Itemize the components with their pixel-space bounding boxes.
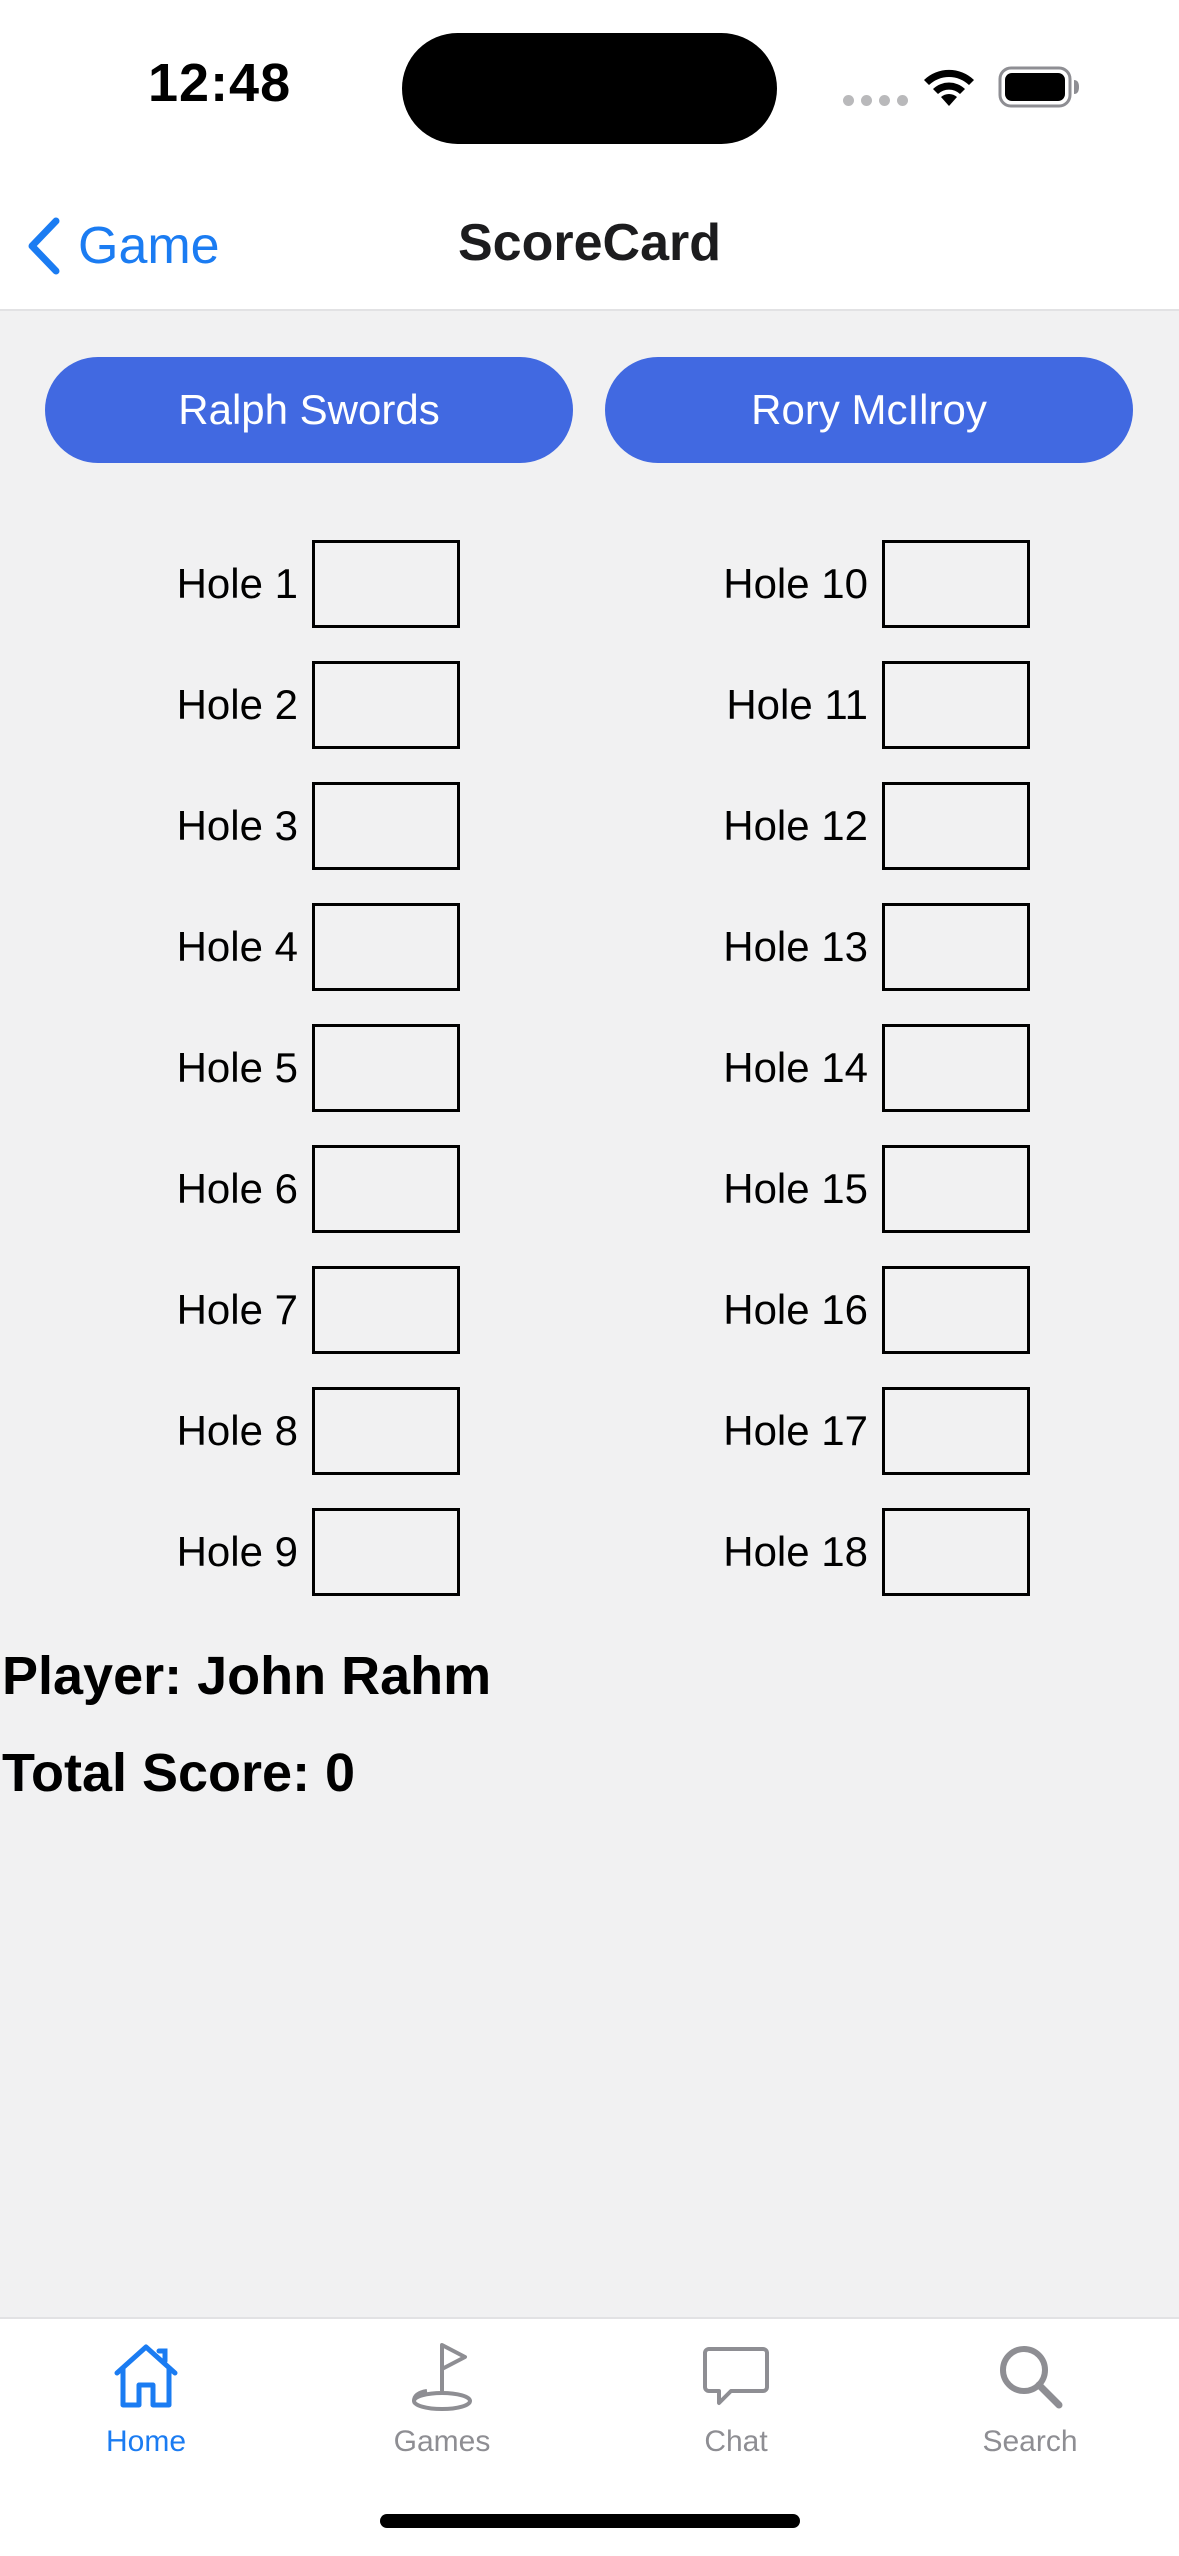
hole-row: Hole 17 — [680, 1387, 1030, 1508]
hole-13-score-input[interactable] — [882, 903, 1030, 991]
hole-label: Hole 18 — [723, 1528, 868, 1575]
back-nine-column: Hole 10 Hole 11 Hole 12 Hole 13 Hole 14 … — [680, 540, 1030, 1629]
hole-row: Hole 1 — [120, 540, 460, 661]
hole-row: Hole 2 — [120, 661, 460, 782]
hole-4-score-input[interactable] — [312, 903, 460, 991]
hole-label: Hole 11 — [726, 681, 868, 728]
tab-label: Home — [105, 2425, 187, 2458]
status-time: 12:48 — [148, 53, 292, 113]
hole-label: Hole 15 — [723, 1165, 868, 1212]
hole-label: Hole 12 — [723, 802, 868, 849]
hole-15-score-input[interactable] — [882, 1145, 1030, 1233]
hole-18-score-input[interactable] — [882, 1508, 1030, 1596]
hole-row: Hole 10 — [680, 540, 1030, 661]
hole-8-score-input[interactable] — [312, 1387, 460, 1475]
hole-label: Hole 9 — [176, 1528, 298, 1575]
tab-games[interactable]: Games — [342, 2339, 542, 2459]
hole-row: Hole 16 — [680, 1266, 1030, 1387]
hole-row: Hole 3 — [120, 782, 460, 903]
hole-6-score-input[interactable] — [312, 1145, 460, 1233]
player-button-rory-mcilroy[interactable]: Rory McIlroy — [605, 357, 1133, 463]
hole-row: Hole 18 — [680, 1508, 1030, 1629]
hole-row: Hole 6 — [120, 1145, 460, 1266]
hole-label: Hole 14 — [723, 1044, 868, 1091]
page-title: ScoreCard — [458, 214, 721, 272]
hole-label: Hole 13 — [723, 923, 868, 970]
tab-search[interactable]: Search — [930, 2339, 1130, 2459]
hole-label: Hole 5 — [176, 1044, 298, 1091]
hole-3-score-input[interactable] — [312, 782, 460, 870]
hole-row: Hole 15 — [680, 1145, 1030, 1266]
hole-row: Hole 5 — [120, 1024, 460, 1145]
current-player-label: Player: John Rahm — [2, 1646, 492, 1706]
tab-chat[interactable]: Chat — [636, 2339, 836, 2459]
hole-11-score-input[interactable] — [882, 661, 1030, 749]
hole-17-score-input[interactable] — [882, 1387, 1030, 1475]
battery-icon — [998, 66, 1079, 108]
hole-16-score-input[interactable] — [882, 1266, 1030, 1354]
hole-row: Hole 12 — [680, 782, 1030, 903]
hole-label: Hole 16 — [723, 1286, 868, 1333]
hole-label: Hole 4 — [176, 923, 298, 970]
hole-label: Hole 10 — [723, 560, 868, 607]
hole-9-score-input[interactable] — [312, 1508, 460, 1596]
wifi-icon — [924, 69, 974, 106]
player-button-ralph-swords[interactable]: Ralph Swords — [45, 357, 573, 463]
tab-label: Games — [393, 2425, 491, 2458]
hole-label: Hole 6 — [176, 1165, 298, 1212]
hole-row: Hole 9 — [120, 1508, 460, 1629]
hole-label: Hole 17 — [723, 1407, 868, 1454]
hole-12-score-input[interactable] — [882, 782, 1030, 870]
magnifier-icon — [1000, 2346, 1063, 2409]
hole-row: Hole 11 — [680, 661, 1030, 782]
hole-row: Hole 13 — [680, 903, 1030, 1024]
hole-label: Hole 8 — [176, 1407, 298, 1454]
hole-label: Hole 1 — [176, 560, 298, 607]
tab-label: Search — [982, 2425, 1078, 2458]
hole-10-score-input[interactable] — [882, 540, 1030, 628]
dynamic-island — [402, 33, 777, 144]
front-nine-column: Hole 1 Hole 2 Hole 3 Hole 4 Hole 5 Hole … — [120, 540, 460, 1629]
golf-flag-icon — [412, 2343, 472, 2411]
hole-2-score-input[interactable] — [312, 661, 460, 749]
tab-label: Chat — [704, 2425, 768, 2458]
hole-label: Hole 2 — [176, 681, 298, 728]
chat-bubble-icon — [703, 2347, 769, 2405]
hole-row: Hole 7 — [120, 1266, 460, 1387]
hole-7-score-input[interactable] — [312, 1266, 460, 1354]
navigation-bar: Game ScoreCard — [0, 175, 1179, 311]
status-bar: 12:48 — [0, 0, 1179, 175]
home-indicator[interactable] — [380, 2514, 800, 2528]
house-icon — [114, 2344, 178, 2408]
hole-label: Hole 3 — [176, 802, 298, 849]
hole-1-score-input[interactable] — [312, 540, 460, 628]
hole-row: Hole 4 — [120, 903, 460, 1024]
hole-5-score-input[interactable] — [312, 1024, 460, 1112]
tab-home[interactable]: Home — [46, 2339, 246, 2459]
hole-row: Hole 14 — [680, 1024, 1030, 1145]
hole-label: Hole 7 — [176, 1286, 298, 1333]
hole-row: Hole 8 — [120, 1387, 460, 1508]
hole-14-score-input[interactable] — [882, 1024, 1030, 1112]
total-score-label: Total Score: 0 — [2, 1743, 356, 1803]
cellular-signal-icon — [843, 95, 908, 106]
